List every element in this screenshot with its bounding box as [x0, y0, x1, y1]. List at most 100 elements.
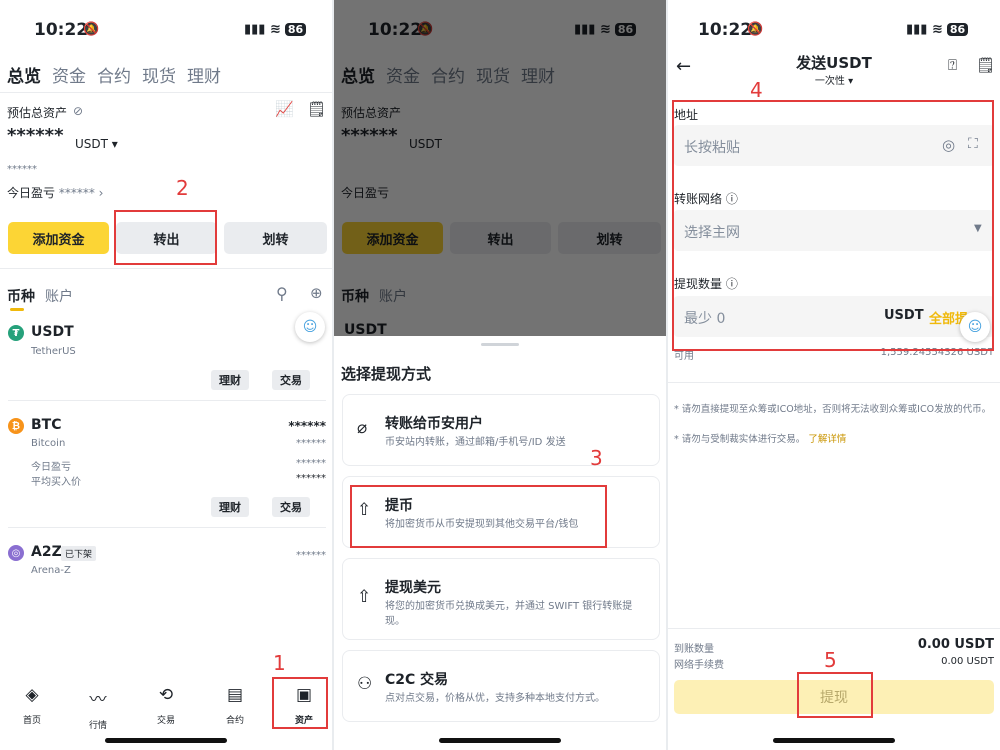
chevron-right-icon: › — [98, 186, 104, 200]
nav-label: 交易 — [156, 716, 175, 726]
home-icon: ◈ — [25, 685, 39, 705]
nav-futures[interactable]: ▤ 合约 — [210, 685, 260, 726]
battery-icon: 86 — [946, 23, 969, 36]
btc-coin-icon: ₿ — [8, 418, 24, 434]
today-pnl-label: 今日盈亏 — [31, 462, 71, 473]
trade-button[interactable]: 交易 — [272, 497, 310, 517]
history-icon[interactable]: 🗒 — [307, 100, 326, 118]
futures-icon: ▤ — [226, 685, 244, 705]
option-c2c[interactable]: ⚇ C2C 交易 点对点交易，价格从优，支持多种本地支付方式。 — [342, 650, 660, 722]
learn-more-link[interactable]: 了解详情 — [808, 434, 846, 445]
tab-earn[interactable]: 理财 — [187, 67, 221, 87]
upload-icon: ⇧ — [357, 587, 372, 607]
trade-icon: ⟲ — [158, 685, 174, 705]
tab-coins[interactable]: 币种 — [7, 286, 35, 306]
coin-name: TetherUS — [31, 346, 76, 357]
warning-sanctions: * 请勿与受制裁实体进行交易。 了解详情 — [674, 433, 996, 447]
currency-select[interactable]: USDT ▾ — [75, 137, 118, 151]
coin-symbol: BTC — [31, 417, 62, 433]
help-icon[interactable]: ⍰ — [948, 56, 957, 74]
home-indicator — [439, 738, 561, 743]
status-time: 10:22 — [698, 20, 753, 40]
warning-text: * 请勿与受制裁实体进行交易。 — [674, 434, 806, 445]
earn-button[interactable]: 理财 — [211, 370, 249, 390]
home-indicator — [105, 738, 227, 743]
divider — [0, 92, 332, 93]
nav-markets[interactable]: 〰行情 — [73, 685, 123, 731]
estimated-assets-label: 预估总资产 — [7, 106, 68, 120]
settings-icon[interactable]: ⊕ — [310, 284, 323, 302]
annotation-number: 5 — [824, 648, 837, 672]
annotation-box-5 — [797, 672, 873, 718]
history-icon[interactable]: 🗒 — [976, 56, 995, 74]
send-usdt-screen: 10:22 🔕 ▮▮▮ ≋ 86 ← 发送USDT 一次性 ▾ ⍰ 🗒 地址 长按… — [668, 0, 1000, 750]
avg-price-value: ****** — [296, 473, 326, 484]
tab-overview[interactable]: 总览 — [7, 67, 41, 87]
chart-icon[interactable]: 📈 — [275, 100, 294, 118]
modal-backdrop[interactable] — [334, 0, 666, 336]
markets-icon: 〰 — [89, 690, 107, 710]
silent-icon: 🔕 — [83, 22, 100, 37]
nav-label: 合约 — [225, 716, 244, 726]
option-internal-transfer[interactable]: ⌀ 转账给币安用户 币安站内转账，通过邮箱/手机号/ID 发送 — [342, 394, 660, 466]
annotation-box-1 — [272, 677, 328, 729]
transfer-button[interactable]: 划转 — [224, 222, 327, 254]
a2z-coin-icon: ◎ — [8, 545, 24, 561]
fee-value: 0.00 USDT — [941, 656, 994, 667]
option-desc: 点对点交易，价格从优，支持多种本地支付方式。 — [385, 693, 605, 704]
annotation-number: 1 — [273, 651, 286, 675]
nav-home[interactable]: ◈ 首页 — [7, 685, 57, 726]
annotation-box-4 — [672, 100, 994, 351]
coin-value: ****** — [296, 438, 326, 449]
divider — [668, 628, 1000, 629]
annotation-box-3 — [350, 485, 607, 548]
hide-balance-icon[interactable]: ⊘ — [73, 104, 83, 118]
trade-button[interactable]: 交易 — [272, 370, 310, 390]
avg-price-label: 平均买入价 — [31, 477, 81, 488]
annotation-box-2 — [114, 210, 217, 265]
divider — [8, 527, 326, 528]
coin-amount: ****** — [288, 419, 326, 433]
status-time: 10:22 — [34, 20, 89, 40]
delisted-badge: 已下架 — [61, 546, 97, 561]
tab-funding[interactable]: 资金 — [52, 67, 86, 87]
today-pnl-text: 今日盈亏 — [7, 186, 56, 200]
tab-accounts[interactable]: 账户 — [45, 286, 73, 306]
coin-name: Bitcoin — [31, 438, 66, 449]
today-pnl-label[interactable]: 今日盈亏 ****** › — [7, 184, 103, 201]
mode-select[interactable]: 一次性 ▾ — [668, 72, 1000, 87]
add-funds-button[interactable]: 添加资金 — [8, 222, 109, 254]
today-pnl-value: ****** — [58, 186, 95, 200]
sheet-title: 选择提现方式 — [341, 365, 432, 383]
coin-symbol: A2Z — [31, 544, 62, 560]
divider — [8, 400, 326, 401]
option-withdraw-usd[interactable]: ⇧ 提现美元 将您的加密货币兑换成美元，并通过 SWIFT 银行转账提现。 — [342, 558, 660, 640]
currency-label: USDT — [75, 137, 108, 151]
active-tab-indicator — [10, 308, 24, 311]
withdraw-method-screen: 10:22 🔕 ▮▮▮ ≋86 总览资金合约现货理财 预估总资产 ****** … — [334, 0, 666, 750]
sheet-handle[interactable] — [481, 343, 519, 346]
annotation-number: 4 — [750, 78, 763, 102]
option-title: 提现美元 — [385, 580, 441, 596]
receive-label: 到账数量 — [674, 644, 714, 655]
nav-trade[interactable]: ⟲ 交易 — [141, 685, 191, 726]
coin-amount: ****** — [296, 550, 326, 561]
divider — [668, 382, 1000, 383]
earn-button[interactable]: 理财 — [211, 497, 249, 517]
tab-spot[interactable]: 现货 — [142, 67, 176, 87]
search-icon[interactable]: ⚲ — [276, 284, 288, 303]
p2p-icon: ⚇ — [357, 674, 373, 694]
usdt-coin-icon: ₮ — [8, 325, 24, 341]
coin-symbol: USDT — [31, 324, 74, 340]
nav-label: 行情 — [88, 721, 107, 731]
status-signal-icons: ▮▮▮ ≋86 — [906, 22, 969, 37]
tab-futures[interactable]: 合约 — [97, 67, 131, 87]
balance-value: ****** — [7, 125, 64, 146]
ai-assistant-icon[interactable]: ☺ — [295, 312, 325, 342]
nav-label: 首页 — [22, 716, 41, 726]
option-title: 转账给币安用户 — [385, 416, 483, 432]
receive-value: 0.00 USDT — [917, 637, 994, 652]
send-user-icon: ⌀ — [357, 418, 368, 438]
balance-secondary: ****** — [7, 164, 37, 175]
option-title: C2C 交易 — [385, 672, 449, 688]
